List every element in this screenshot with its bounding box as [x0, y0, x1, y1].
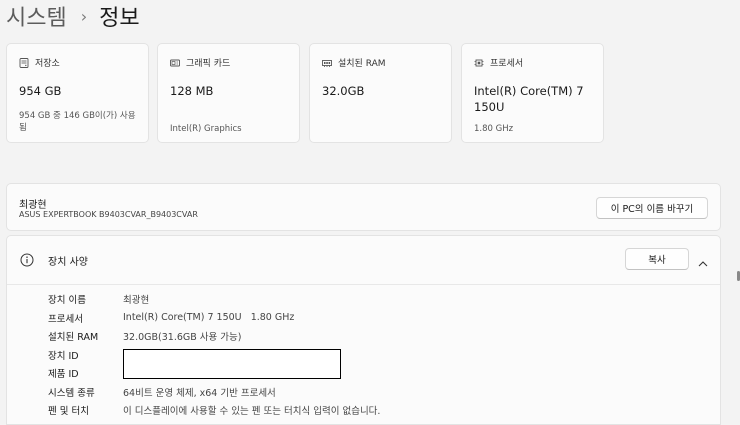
spec-row-processor: 프로세서 Intel(R) Core(TM) 7 150U 1.80 GHz: [48, 309, 380, 328]
spec-label: 설치된 RAM: [48, 332, 99, 344]
spec-label: 시스템 종류: [48, 387, 95, 399]
device-model: ASUS EXPERTBOOK B9403CVAR_B9403CVAR: [19, 210, 198, 219]
device-specs-header[interactable]: 장치 사양 복사: [7, 236, 720, 285]
copy-button[interactable]: 복사: [625, 248, 689, 270]
storage-title: 저장소: [35, 59, 60, 69]
storage-card[interactable]: 저장소 954 GB 954 GB 중 146 GB이(가) 사용됨: [6, 43, 149, 143]
device-specs-list: 장치 이름 최광현 프로세서 Intel(R) Core(TM) 7 150U …: [48, 290, 380, 420]
processor-value: Intel(R) Core(TM) 7 150U: [474, 84, 584, 114]
storage-usage: 954 GB 중 146 GB이(가) 사용됨: [19, 111, 136, 133]
spec-value: 32.0GB(31.6GB 사용 가능): [123, 332, 242, 344]
spec-row-device-id: 장치 ID: [48, 346, 380, 379]
chevron-up-icon[interactable]: [697, 254, 709, 267]
spec-label: 펜 및 터치: [48, 406, 89, 418]
page-title: 시스템 › 정보: [6, 0, 140, 33]
storage-value: 954 GB: [19, 84, 62, 98]
spec-row-system-type: 시스템 종류 64비트 운영 체제, x64 기반 프로세서: [48, 383, 380, 402]
spec-value: 64비트 운영 체제, x64 기반 프로세서: [123, 387, 276, 399]
device-panel: 최광현 ASUS EXPERTBOOK B9403CVAR_B9403CVAR …: [6, 183, 721, 231]
storage-icon: [19, 57, 29, 68]
breadcrumb-about: 정보: [99, 6, 140, 31]
processor-title: 프로세서: [490, 59, 524, 69]
graphics-card[interactable]: 그래픽 카드 128 MB Intel(R) Graphics: [157, 43, 300, 143]
processor-card[interactable]: 프로세서 Intel(R) Core(TM) 7 150U 1.80 GHz: [461, 43, 604, 143]
breadcrumb-system[interactable]: 시스템: [6, 0, 67, 32]
ram-card[interactable]: 설치된 RAM 32.0GB: [309, 43, 452, 143]
spec-row-device-name: 장치 이름 최광현: [48, 290, 380, 309]
spec-value: 이 디스플레이에 사용할 수 있는 펜 또는 터치식 입력이 없습니다.: [123, 406, 381, 418]
device-name: 최광현: [19, 200, 47, 211]
redacted-box: [123, 348, 341, 379]
rename-pc-button[interactable]: 이 PC의 이름 바꾸기: [596, 197, 708, 219]
graphics-value: 128 MB: [170, 84, 214, 98]
graphics-name: Intel(R) Graphics: [170, 124, 242, 134]
spec-value: 최광현: [123, 295, 150, 307]
info-icon: [20, 252, 34, 267]
ram-title: 설치된 RAM: [338, 59, 386, 69]
spec-label: 프로세서: [48, 313, 83, 325]
graphics-title: 그래픽 카드: [186, 59, 231, 69]
spec-value: Intel(R) Core(TM) 7 150U 1.80 GHz: [123, 312, 295, 324]
spec-row-ram: 설치된 RAM 32.0GB(31.6GB 사용 가능): [48, 327, 380, 346]
ram-icon: [322, 58, 332, 68]
spec-label: 장치 ID: [48, 350, 79, 362]
device-specs-panel: 장치 사양 복사 장치 이름 최광현 프로세서 Intel(R) Core(TM…: [6, 235, 721, 425]
graphics-card-icon: [170, 58, 180, 68]
spec-label: 장치 이름: [48, 295, 86, 307]
spec-label: 제품 ID: [48, 369, 79, 381]
breadcrumb-separator: ›: [80, 6, 88, 26]
device-specs-title: 장치 사양: [48, 257, 88, 268]
ram-value: 32.0GB: [322, 84, 365, 98]
processor-speed: 1.80 GHz: [474, 124, 514, 134]
processor-icon: [474, 58, 484, 68]
